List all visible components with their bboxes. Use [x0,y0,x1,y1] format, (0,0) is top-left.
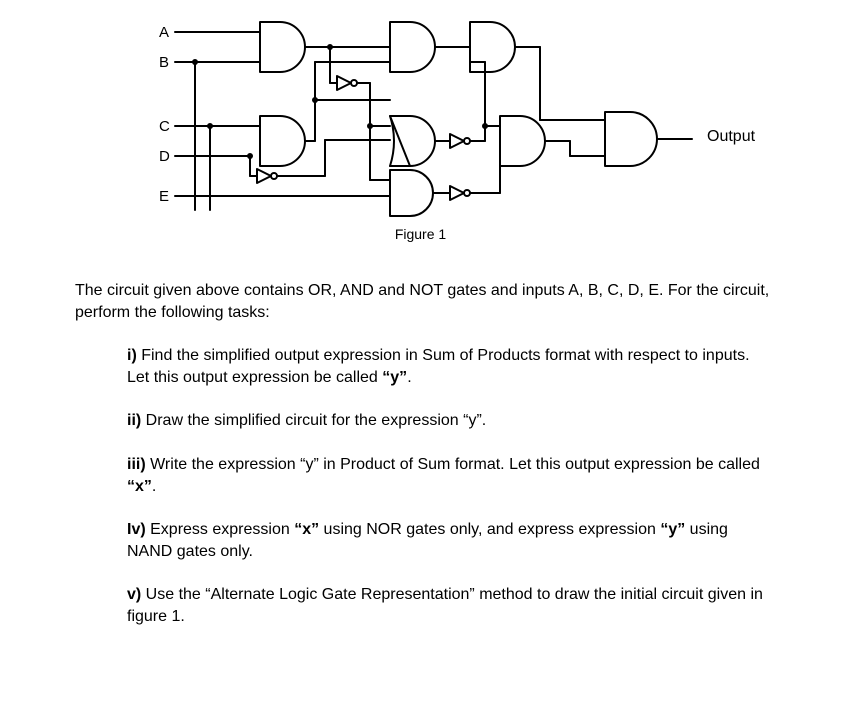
task-v-num: v) [127,586,141,603]
circuit-figure [140,20,700,220]
task-i-post: . [407,369,411,386]
task-iv-s2: using NOR gates only, and express expres… [319,521,660,538]
task-iv-s1: Express expression [146,521,295,538]
content: The circuit given above contains OR, AND… [75,280,775,650]
task-ii-text: Draw the simplified circuit for the expr… [141,412,486,429]
task-iv-x: “x” [294,521,319,538]
task-i: i) Find the simplified output expression… [127,345,767,388]
task-iv-num: Iv) [127,521,146,538]
task-ii-num: ii) [127,412,141,429]
task-iii-pre: Write the expression “y” in Product of S… [146,456,760,473]
task-iii-num: iii) [127,456,146,473]
figure-caption: Figure 1 [0,226,841,242]
intro-text: The circuit given above contains OR, AND… [75,280,775,323]
task-v-text: Use the “Alternate Logic Gate Representa… [127,586,763,625]
task-v: v) Use the “Alternate Logic Gate Represe… [127,584,767,627]
task-ii: ii) Draw the simplified circuit for the … [127,410,767,432]
task-i-y: “y” [382,369,407,386]
task-i-pre: Find the simplified output expression in… [127,347,750,386]
task-iii-x: “x” [127,478,152,495]
task-iv-y: “y” [660,521,685,538]
task-i-num: i) [127,347,137,364]
task-iii-post: . [152,478,156,495]
output-label: Output [707,128,755,146]
page: A B C D E Output [0,0,841,718]
task-iv: Iv) Express expression “x” using NOR gat… [127,519,767,562]
task-iii: iii) Write the expression “y” in Product… [127,454,767,497]
